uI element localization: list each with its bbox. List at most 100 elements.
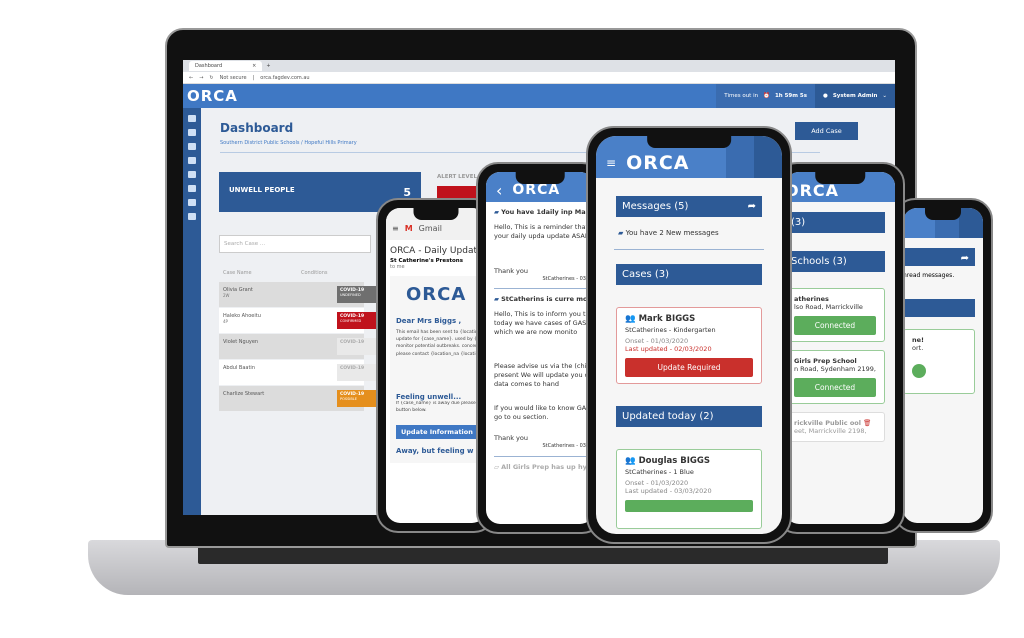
message-icon: ▰ <box>494 295 499 304</box>
address-bar[interactable]: ← → ↻ Not secure | orca.fagdev.com.au <box>183 72 895 84</box>
case-onset: Onset - 01/03/2020 <box>625 337 689 345</box>
case-name: Mark BIGGS <box>638 314 696 324</box>
url[interactable]: orca.fagdev.com.au <box>260 75 309 81</box>
browser-tabbar: Dashboard × + <box>183 60 895 72</box>
table-row[interactable]: Violet Nguyen COVID-19 <box>219 334 399 359</box>
browser-tab[interactable]: Dashboard × <box>189 61 263 71</box>
orca-logo: ORCA <box>626 152 690 174</box>
card-body: ort. <box>912 344 924 352</box>
table-row[interactable]: Olivia Grant 2W COVID-19 UNDEFINED <box>219 282 399 307</box>
new-messages-link[interactable]: ▰ You have 2 New messages <box>618 229 760 237</box>
messages-bar[interactable]: Messages (5) ➦ <box>616 196 762 217</box>
feeling-body: If {case_name} is away due please update… <box>396 401 486 413</box>
unread-text: nread messages. <box>903 272 955 279</box>
gmail-label: Gmail <box>418 224 443 233</box>
new-messages-text: You have 2 New messages <box>625 229 719 237</box>
new-tab-button[interactable]: + <box>266 63 270 69</box>
email-subject: ORCA - Daily Update <box>390 246 483 256</box>
message-signature: StCatherines - 03 <box>542 442 586 449</box>
breadcrumb[interactable]: Southern District Public Schools / Hopef… <box>220 140 357 146</box>
dashboard-icon[interactable] <box>188 129 196 136</box>
close-tab-icon[interactable]: × <box>252 63 256 69</box>
card-title: ne! <box>912 336 925 344</box>
message-thanks: Thank you <box>494 266 528 275</box>
message-title[interactable]: You have 1daily inp Mark BIGGS. <box>501 208 594 216</box>
settings-icon[interactable] <box>188 199 196 206</box>
email-to: to me <box>390 264 405 270</box>
school-address: n Road, Sydenham 2199, <box>794 365 876 373</box>
message-icon: ▰ <box>494 208 499 216</box>
connected-button[interactable]: Connected <box>794 316 876 335</box>
forward-icon[interactable]: → <box>199 75 203 81</box>
section-bar[interactable]: (3) <box>785 212 885 233</box>
status-card: ne! ort. <box>903 329 975 394</box>
user-icon: ● <box>823 93 828 99</box>
school-address: eet, Marrickville 2198, <box>794 427 867 435</box>
connected-button[interactable]: Connected <box>794 378 876 397</box>
case-card[interactable]: 👥 Douglas BIGGS StCatherines - 1 Blue On… <box>616 449 762 529</box>
unwell-count: 5 <box>403 186 411 199</box>
app-header: ORCA Times out in ⏰ 1h 59m 5s ● System Admi… <box>183 84 895 108</box>
building-icon[interactable] <box>188 143 196 150</box>
table-row[interactable]: Charlize Stewart COVID-19 POSSIBLE <box>219 386 399 411</box>
user-menu[interactable]: ● System Admin ⌄ <box>815 84 895 108</box>
orca-logo: ORCA <box>187 87 238 105</box>
gmail-logo-icon: M <box>404 224 413 233</box>
message-icon: ▱ <box>494 462 499 471</box>
orca-logo: ORCA <box>512 182 561 198</box>
update-required-button[interactable]: Update Required <box>625 358 753 377</box>
message-signature: StCatherines - 03 <box>542 275 586 282</box>
case-card[interactable]: 👥 Mark BIGGS StCatherines - Kindergarten… <box>616 307 762 384</box>
message-icon: ▰ <box>618 229 624 237</box>
feeling-unwell-heading: Feeling unwell... <box>396 393 462 401</box>
reload-icon[interactable]: ↻ <box>209 75 213 81</box>
message-body: If you would like to know GASTRO please … <box>494 404 594 421</box>
case-school: StCatherines - Kindergarten <box>625 326 716 334</box>
message-title[interactable]: StCatherins is curre monitoring for GAS <box>501 295 594 303</box>
alert-level-label: ALERT LEVEL <box>437 174 477 180</box>
users-icon[interactable] <box>188 185 196 192</box>
updated-today-bar[interactable]: Updated today (2) <box>616 406 762 427</box>
messages-bar[interactable]: ➦ <box>903 248 975 266</box>
menu-icon[interactable]: ≡ <box>606 156 616 170</box>
table-row[interactable]: Haleko Ahoeitu 4P COVID-19 CONFIRMED <box>219 308 399 333</box>
contact-icon[interactable] <box>188 171 196 178</box>
col-conditions: Conditions <box>301 270 328 276</box>
message-body: Please advise us via the (child) starts … <box>494 362 594 388</box>
message-title[interactable]: All Girls Prep has up hygiene process, l… <box>501 463 594 471</box>
message-body: Hello, This is to inform you that 10:28A… <box>494 310 594 336</box>
phone-messages: ‹ORCA ▰ You have 1daily inp Mark BIGGS. … <box>476 162 604 534</box>
schools-bar[interactable]: Schools (3) <box>785 251 885 272</box>
phone-main: ≡ ORCA Messages (5) ➦ ▰ You have 2 New mes… <box>586 126 792 544</box>
share-icon[interactable]: ➦ <box>961 253 969 264</box>
update-information-button[interactable]: Update Information <box>396 425 486 439</box>
phone-back-right: ➦ nread messages. ne! ort. <box>893 198 993 533</box>
menu-icon[interactable]: ≡ <box>392 224 399 240</box>
timeout-value: 1h 59m 5s <box>774 93 808 99</box>
school-card: atherines lso Road, Marrickville Connected <box>785 288 885 342</box>
timeout-label: Times out in <box>724 93 759 99</box>
back-icon[interactable]: ‹ <box>496 181 502 200</box>
status-button[interactable] <box>625 500 753 512</box>
case-onset: Onset - 01/03/2020 <box>625 479 689 487</box>
menu-icon[interactable] <box>188 115 196 122</box>
back-icon[interactable]: ← <box>189 75 193 81</box>
school-name: Girls Prep School <box>794 357 857 365</box>
trash-icon[interactable]: 🗑 <box>863 419 871 427</box>
message-thanks: Thank you <box>494 434 528 443</box>
school-name: rickville Public ool <box>794 419 861 427</box>
add-case-button[interactable]: Add Case <box>795 122 858 140</box>
people-icon: 👥 <box>625 456 636 466</box>
school-name: atherines <box>794 295 829 303</box>
table-row[interactable]: Abdul Baatin COVID-19 <box>219 360 399 385</box>
case-school: StCatherines - 1 Blue <box>625 468 694 476</box>
col-case-name: Case Name <box>223 270 252 276</box>
location-icon[interactable] <box>188 157 196 164</box>
search-case-input[interactable]: Search Case ... <box>219 235 371 253</box>
case-last-updated: Last updated - 03/03/2020 <box>625 487 712 495</box>
help-icon[interactable] <box>188 213 196 220</box>
clock-icon: ⏰ <box>763 93 770 99</box>
share-icon[interactable]: ➦ <box>748 201 756 212</box>
sidebar <box>183 108 201 515</box>
cases-bar[interactable]: Cases (3) <box>616 264 762 285</box>
